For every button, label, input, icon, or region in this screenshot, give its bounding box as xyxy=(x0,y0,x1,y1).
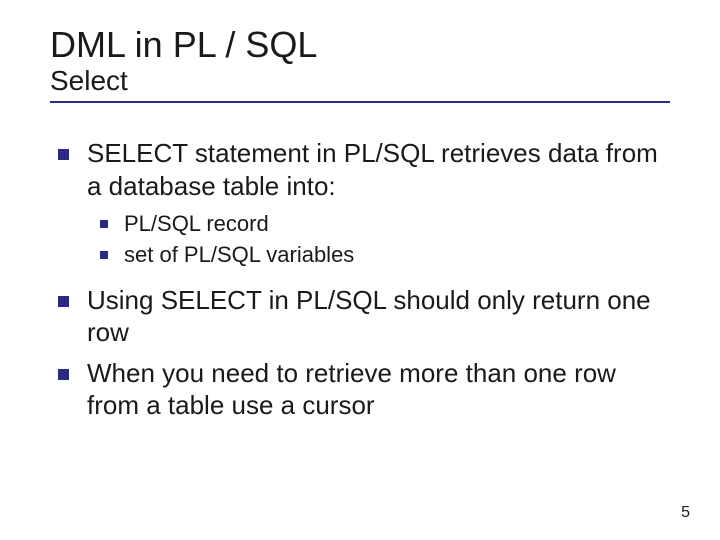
slide-subtitle: Select xyxy=(50,65,670,97)
list-item: Using SELECT in PL/SQL should only retur… xyxy=(58,284,670,349)
title-block: DML in PL / SQL Select xyxy=(50,24,670,103)
page-number: 5 xyxy=(681,504,690,522)
list-item: SELECT statement in PL/SQL retrieves dat… xyxy=(58,137,670,202)
bullet-text: When you need to retrieve more than one … xyxy=(87,357,670,422)
square-bullet-icon xyxy=(58,149,69,160)
sub-list: PL/SQL record set of PL/SQL variables xyxy=(58,210,670,269)
slide-content: SELECT statement in PL/SQL retrieves dat… xyxy=(50,137,670,421)
slide-title: DML in PL / SQL xyxy=(50,24,670,65)
bullet-text: PL/SQL record xyxy=(124,210,269,239)
bullet-text: set of PL/SQL variables xyxy=(124,241,354,270)
list-item: PL/SQL record xyxy=(100,210,670,239)
square-bullet-icon xyxy=(100,251,108,259)
slide: DML in PL / SQL Select SELECT statement … xyxy=(0,0,720,422)
list-item: set of PL/SQL variables xyxy=(100,241,670,270)
square-bullet-icon xyxy=(58,296,69,307)
square-bullet-icon xyxy=(58,369,69,380)
square-bullet-icon xyxy=(100,220,108,228)
list-item: When you need to retrieve more than one … xyxy=(58,357,670,422)
bullet-text: Using SELECT in PL/SQL should only retur… xyxy=(87,284,670,349)
bullet-text: SELECT statement in PL/SQL retrieves dat… xyxy=(87,137,670,202)
